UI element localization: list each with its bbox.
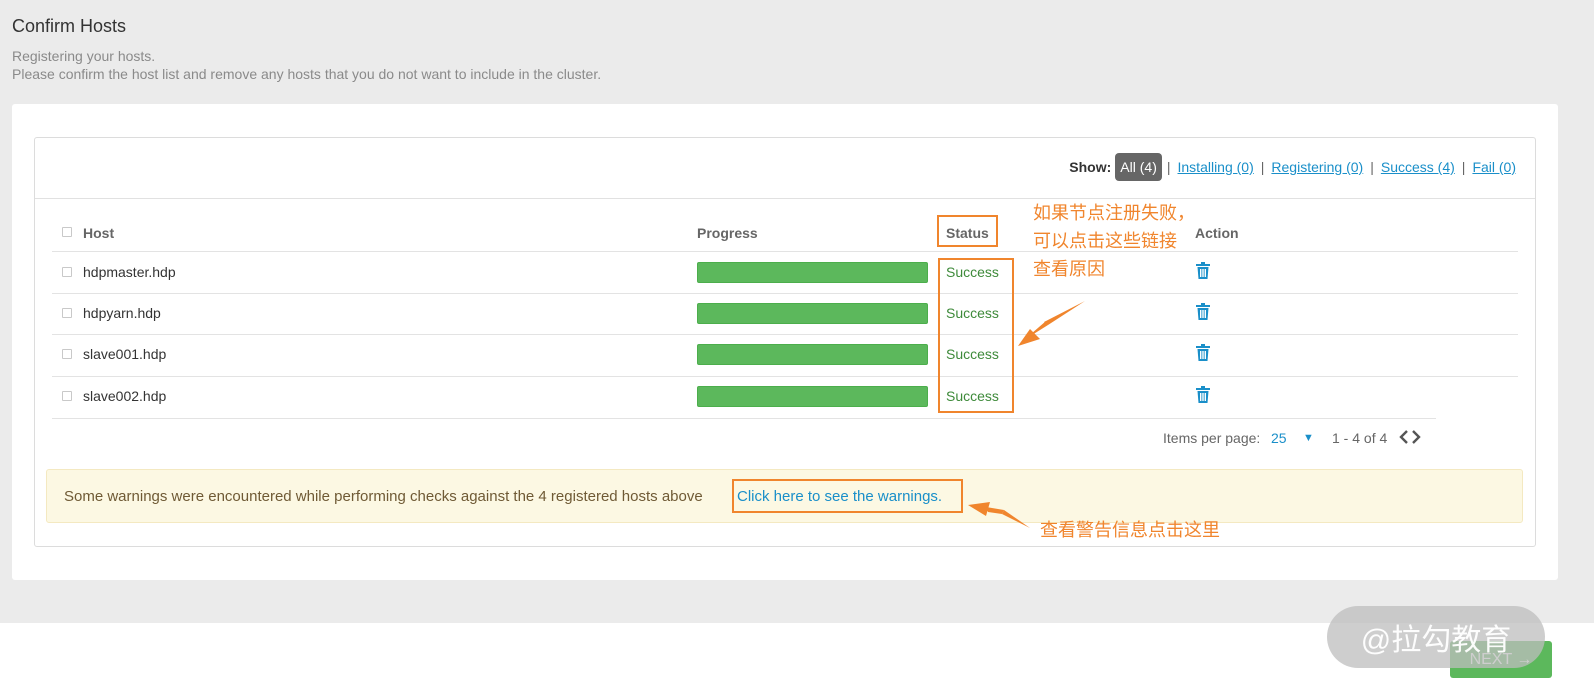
trash-icon[interactable] [1196, 344, 1210, 361]
items-per-page-select[interactable]: 25 [1271, 430, 1287, 446]
status-filter-bar: Show: All (4) | Installing (0) | Registe… [1069, 152, 1516, 182]
progress-bar [697, 386, 928, 407]
column-header-host[interactable]: Host [83, 225, 114, 241]
pagination-range: 1 - 4 of 4 [1332, 430, 1388, 446]
filter-installing-link[interactable]: Installing (0) [1178, 159, 1254, 175]
row-checkbox[interactable] [62, 391, 72, 401]
filter-separator: | [1260, 159, 1265, 175]
panel-divider [35, 198, 1535, 199]
filter-all-button[interactable]: All (4) [1115, 153, 1162, 181]
items-per-page-label: Items per page: [1163, 430, 1261, 446]
row-divider [52, 334, 1518, 335]
chevron-down-icon[interactable]: ▼ [1303, 432, 1314, 444]
column-header-action: Action [1195, 225, 1239, 241]
annotation-arrow-warning [968, 502, 1030, 528]
annotation-arrow-status [1018, 301, 1085, 346]
progress-bar [697, 303, 928, 324]
host-name: hdpmaster.hdp [83, 264, 176, 280]
trash-icon[interactable] [1196, 262, 1210, 279]
annotation-status-note-line2: 可以点击这些链接 [1033, 231, 1177, 251]
filter-fail-link[interactable]: Fail (0) [1472, 159, 1516, 175]
annotation-warning-note: 查看警告信息点击这里 [1040, 520, 1220, 540]
annotation-status-note-line1: 如果节点注册失败， [1033, 203, 1195, 223]
annotation-box-warning-link [732, 479, 963, 513]
progress-bar [697, 262, 928, 283]
warning-alert-text: Some warnings were encountered while per… [64, 488, 703, 505]
filter-separator: | [1461, 159, 1466, 175]
progress-bar [697, 344, 928, 365]
row-checkbox[interactable] [62, 349, 72, 359]
host-name: hdpyarn.hdp [83, 305, 161, 321]
trash-icon[interactable] [1196, 303, 1210, 320]
host-name: slave002.hdp [83, 388, 167, 404]
page-subtitle-registering: Registering your hosts. [12, 48, 156, 64]
annotation-status-note-line3: 查看原因 [1033, 259, 1105, 279]
select-all-checkbox[interactable] [62, 227, 72, 237]
column-header-progress: Progress [697, 225, 758, 241]
annotation-box-status-header [937, 215, 998, 247]
chevron-left-icon[interactable] [1398, 429, 1410, 445]
filter-success-link[interactable]: Success (4) [1381, 159, 1455, 175]
row-checkbox[interactable] [62, 308, 72, 318]
row-checkbox[interactable] [62, 267, 72, 277]
trash-icon[interactable] [1196, 386, 1210, 403]
row-divider [52, 376, 1518, 377]
host-name: slave001.hdp [83, 346, 167, 362]
annotation-box-status-column [938, 258, 1014, 413]
table-header-divider [52, 251, 1518, 252]
chevron-right-icon[interactable] [1410, 429, 1422, 445]
row-divider [52, 418, 1436, 419]
filter-separator: | [1166, 159, 1171, 175]
filter-separator: | [1370, 159, 1374, 175]
page-subtitle-instructions: Please confirm the host list and remove … [12, 66, 602, 82]
row-divider [52, 293, 1518, 294]
filter-registering-link[interactable]: Registering (0) [1271, 159, 1363, 175]
filter-show-label: Show: [1069, 159, 1112, 175]
page-title: Confirm Hosts [12, 16, 127, 36]
watermark-logo: @拉勾教育 [1327, 606, 1545, 668]
